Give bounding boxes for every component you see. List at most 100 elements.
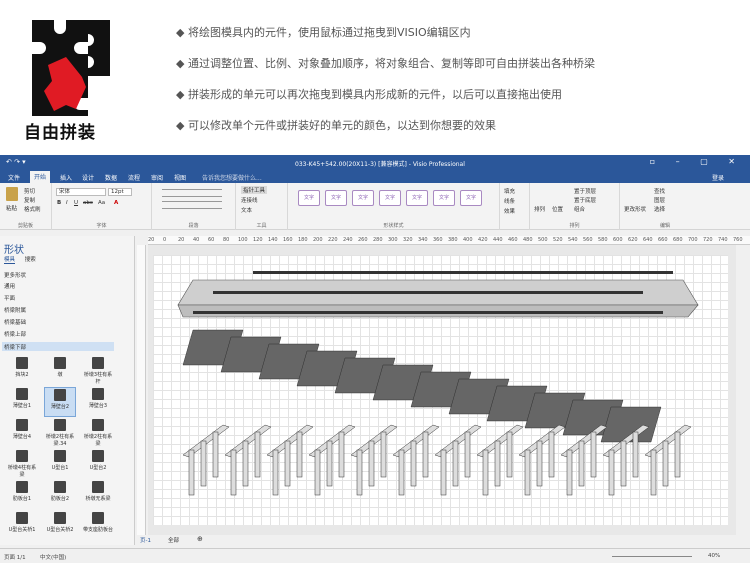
stencil-item[interactable]: 带支座肋板台 bbox=[82, 511, 114, 541]
italic-button[interactable]: I bbox=[66, 200, 68, 206]
stencil-item[interactable]: U型台2 bbox=[82, 449, 114, 479]
drawing-area bbox=[148, 245, 736, 535]
paste-button[interactable]: 粘贴 bbox=[6, 204, 17, 212]
find-button[interactable]: 查找 bbox=[654, 187, 665, 195]
tell-me-box[interactable]: 告诉我您想要做什么... bbox=[202, 173, 262, 182]
effect-button[interactable]: 效果 bbox=[504, 207, 515, 215]
shape-style-6[interactable]: 文字 bbox=[433, 190, 455, 206]
category-item[interactable]: 通用 bbox=[4, 282, 15, 290]
status-language: 中文(中国) bbox=[40, 555, 67, 561]
shape-style-7[interactable]: 文字 bbox=[460, 190, 482, 206]
stencil-item[interactable]: U型台关桥2 bbox=[44, 511, 76, 541]
page-all-button[interactable]: 全部 bbox=[168, 536, 179, 544]
stencil-item[interactable]: 薄壁台3 bbox=[82, 387, 114, 417]
paste-icon[interactable] bbox=[6, 187, 18, 201]
stencil-item[interactable]: 桥墩无系梁 bbox=[82, 480, 114, 510]
tab-home[interactable]: 开始 bbox=[30, 171, 51, 183]
stencil-item[interactable]: 挡块2 bbox=[6, 356, 38, 386]
connector-button[interactable]: 连接线 bbox=[241, 196, 258, 204]
bring-front-button[interactable]: 置于顶层 bbox=[574, 187, 596, 195]
indent-icon[interactable] bbox=[162, 201, 222, 209]
shape-style-1[interactable]: 文字 bbox=[298, 190, 320, 206]
add-page-icon[interactable]: ⊕ bbox=[197, 535, 203, 543]
stencil-item[interactable]: 肋板台2 bbox=[44, 480, 76, 510]
shape-style-2[interactable]: 文字 bbox=[325, 190, 347, 206]
layer-button[interactable]: 图层 bbox=[654, 196, 665, 204]
align-icon[interactable] bbox=[162, 189, 222, 197]
position-button[interactable]: 位置 bbox=[552, 205, 563, 213]
vertical-scrollbar[interactable] bbox=[737, 245, 750, 535]
group-edit: 更改形状 查找 图层 选择 编辑 bbox=[620, 183, 710, 230]
tab-process[interactable]: 流程 bbox=[124, 172, 144, 183]
ruler-mark: 100 bbox=[238, 237, 248, 243]
bullet-item: ◆ 将绘图模具内的元件，使用鼠标通过拖曳到VISIO编辑区内 bbox=[176, 26, 471, 39]
stencil-item[interactable]: U型台1 bbox=[44, 449, 76, 479]
ruler-mark: 420 bbox=[478, 237, 488, 243]
quick-access-undo-icon[interactable]: ↶ ↷ ▾ bbox=[6, 158, 26, 166]
font-size-select[interactable]: 12pt bbox=[108, 188, 132, 196]
category-item[interactable]: 桥梁基础 bbox=[4, 318, 26, 326]
text-tool-button[interactable]: 文本 bbox=[241, 206, 252, 214]
stencil-item[interactable]: 薄壁台2 bbox=[44, 387, 76, 417]
bullet-item: ◆ 通过调整位置、比例、对象叠加顺序，将对象组合、复制等即可自由拼装出各种桥梁 bbox=[176, 57, 595, 70]
stencil-item[interactable]: 墩 bbox=[44, 356, 76, 386]
group-button[interactable]: 组合 bbox=[574, 205, 585, 213]
pier-column bbox=[230, 449, 237, 496]
category-item[interactable]: 桥梁上部 bbox=[4, 330, 26, 338]
stencil-item[interactable]: 桥墩3柱有系杆 bbox=[82, 356, 114, 386]
stencil-item[interactable]: 桥墩2柱有系梁 bbox=[82, 418, 114, 448]
select-button[interactable]: 选择 bbox=[654, 205, 665, 213]
bold-button[interactable]: B bbox=[57, 200, 61, 206]
stencil-item[interactable]: 桥墩2柱有系梁.34 bbox=[44, 418, 76, 448]
ruler-mark: 660 bbox=[658, 237, 668, 243]
cut-button[interactable]: 剪切 bbox=[24, 187, 35, 195]
shape-style-5[interactable]: 文字 bbox=[406, 190, 428, 206]
shapes-panel: 形状 模具 搜索 更多形状 通用 平面 桥梁附属 桥梁基础 桥梁上部 桥梁下部 … bbox=[0, 236, 135, 545]
font-name-select[interactable]: 宋体 bbox=[56, 188, 106, 196]
underline-button[interactable]: U bbox=[74, 200, 78, 206]
category-item[interactable]: 更多形状 bbox=[4, 271, 26, 279]
ruler-mark: 300 bbox=[388, 237, 398, 243]
category-item[interactable]: 平面 bbox=[4, 294, 15, 302]
tab-search[interactable]: 搜索 bbox=[25, 257, 36, 263]
case-button[interactable]: Aa bbox=[98, 200, 105, 206]
login-link[interactable]: 登录 bbox=[712, 173, 724, 182]
line-button[interactable]: 线条 bbox=[504, 197, 515, 205]
change-shape-button[interactable]: 更改形状 bbox=[624, 205, 646, 213]
copy-button[interactable]: 复制 bbox=[24, 196, 35, 204]
align-button[interactable]: 排列 bbox=[534, 205, 545, 213]
format-painter-button[interactable]: 格式刷 bbox=[24, 205, 41, 213]
tab-view[interactable]: 视图 bbox=[170, 172, 190, 183]
tab-insert[interactable]: 插入 bbox=[56, 172, 76, 183]
font-color-button[interactable]: A bbox=[114, 200, 118, 206]
shape-style-4[interactable]: 文字 bbox=[379, 190, 401, 206]
send-back-button[interactable]: 置于底层 bbox=[574, 196, 596, 204]
category-item[interactable]: 桥梁附属 bbox=[4, 306, 26, 314]
tab-review[interactable]: 审阅 bbox=[147, 172, 167, 183]
drawing-page[interactable] bbox=[153, 255, 728, 525]
stencil-shape-icon bbox=[54, 450, 66, 462]
tab-stencils[interactable]: 模具 bbox=[4, 257, 16, 264]
tab-data[interactable]: 数据 bbox=[101, 172, 121, 183]
window-controls[interactable]: ▫ – ▢ ✕ bbox=[650, 157, 744, 166]
stencil-item[interactable]: 薄壁台1 bbox=[6, 387, 38, 417]
tab-design[interactable]: 设计 bbox=[78, 172, 98, 183]
fill-button[interactable]: 填充 bbox=[504, 187, 515, 195]
stencil-item[interactable]: 薄壁台4 bbox=[6, 418, 38, 448]
zoom-slider[interactable] bbox=[612, 556, 692, 557]
bridge-drawing[interactable] bbox=[153, 255, 728, 525]
stencil-item[interactable]: U型台关桥1 bbox=[6, 511, 38, 541]
pier-column bbox=[368, 440, 375, 487]
stencil-item[interactable]: 桥墩4柱有系梁 bbox=[6, 449, 38, 479]
pointer-tool-button[interactable]: 指针工具 bbox=[241, 186, 268, 194]
stencil-item[interactable]: 肋板台1 bbox=[6, 480, 38, 510]
strike-button[interactable]: abc bbox=[83, 200, 93, 206]
stencil-shape-icon bbox=[92, 357, 104, 369]
category-item-selected[interactable]: 桥梁下部 bbox=[4, 343, 26, 351]
shape-style-3[interactable]: 文字 bbox=[352, 190, 374, 206]
stencil-label: 桥墩2柱有系梁.34 bbox=[45, 434, 75, 447]
tab-file[interactable]: 文件 bbox=[4, 172, 24, 183]
ruler-mark: 260 bbox=[358, 237, 368, 243]
page-tab-1[interactable]: 页-1 bbox=[140, 536, 151, 544]
ruler-mark: 680 bbox=[673, 237, 683, 243]
